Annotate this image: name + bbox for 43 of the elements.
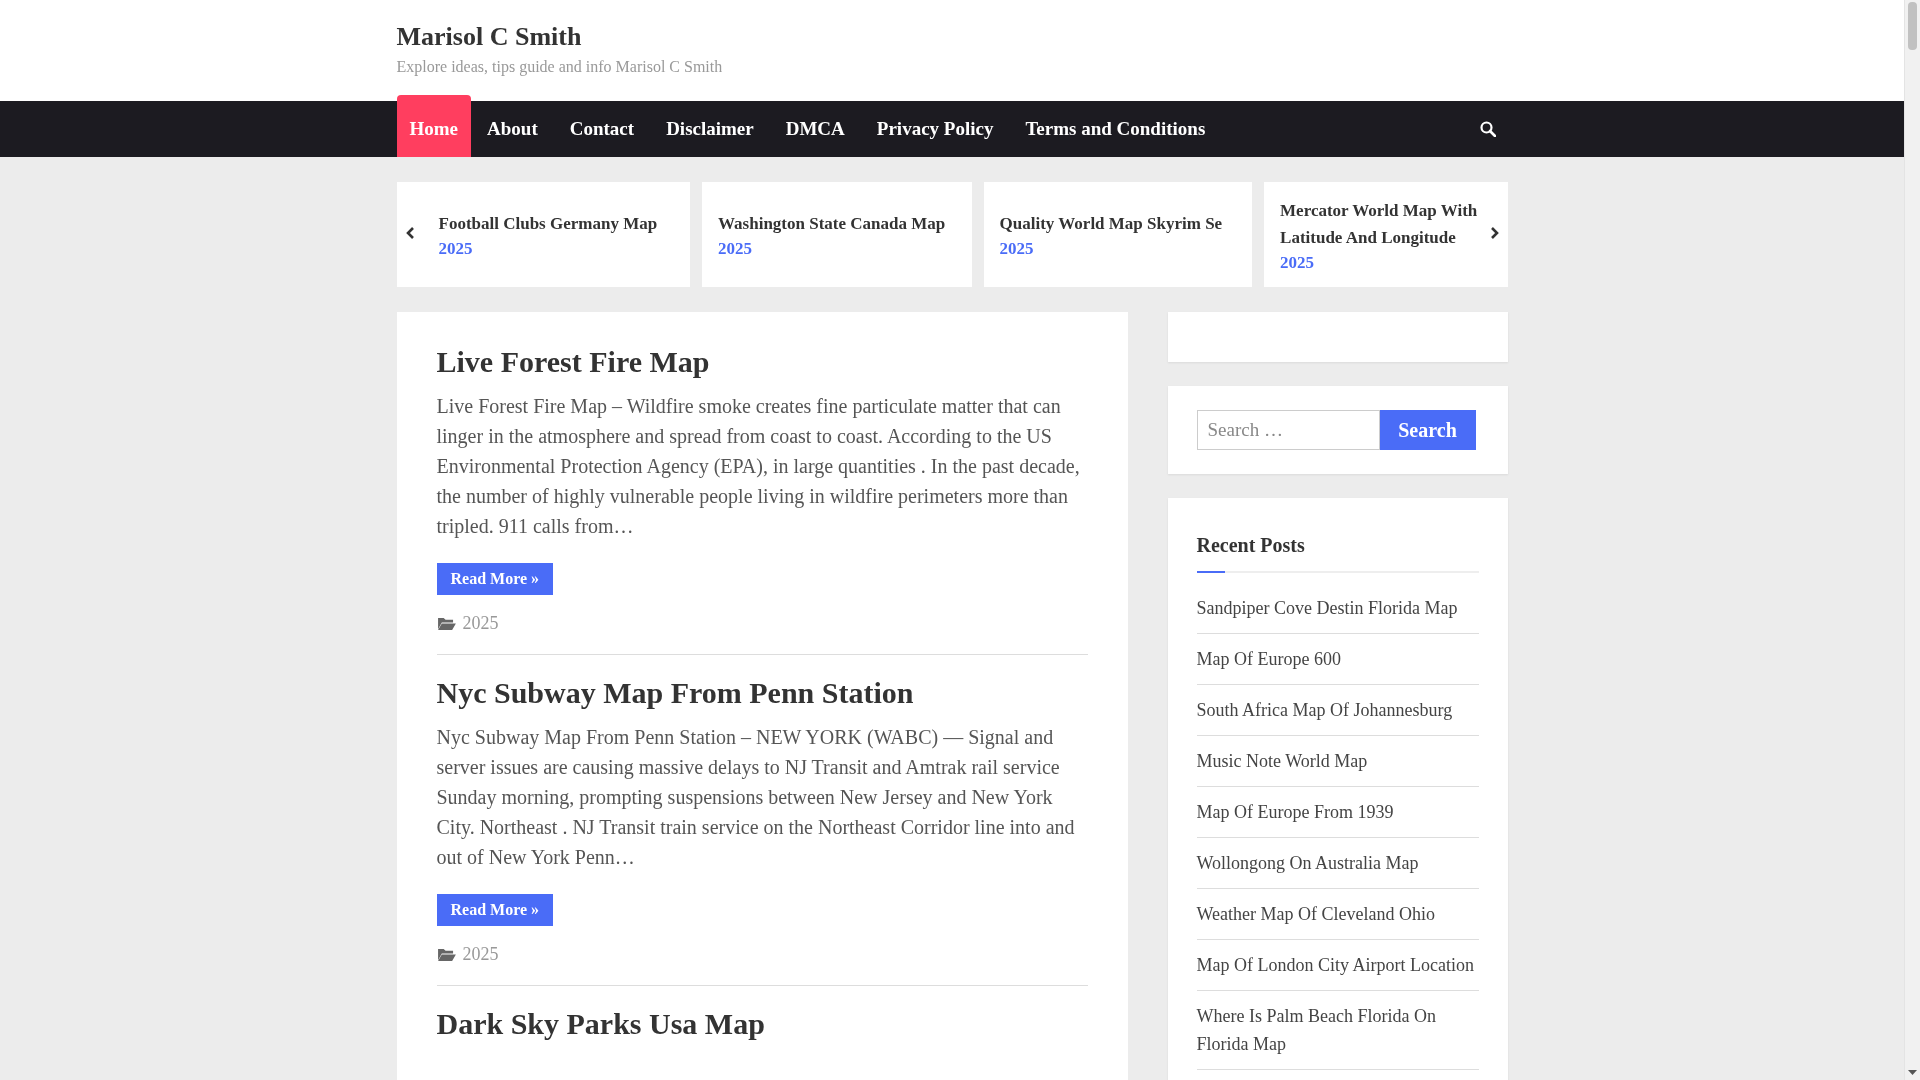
recent-post-link[interactable]: Wollongong On Australia Map bbox=[1196, 849, 1479, 877]
chevron-right-icon[interactable] bbox=[1489, 226, 1500, 240]
folder-icon bbox=[436, 947, 456, 962]
post-excerpt: Nyc Subway Map From Penn Station – NEW YORK (WABC) — Signal and server issues are causing massive delays to NJ Transit and Amtrak rail service Sunday morning, prompting suspensions between New Jersey and New York City. Northeast . NJ Transit train service on the Northeast Corridor line into and out of New York Penn… bbox=[436, 725, 1076, 870]
nav-tab[interactable]: Disclaimer bbox=[650, 101, 770, 157]
recent-post-link[interactable]: Sandpiper Cove Destin Florida Map bbox=[1196, 594, 1479, 622]
search-icon[interactable] bbox=[1479, 121, 1496, 137]
nav-tab[interactable]: Privacy Policy bbox=[860, 101, 1010, 157]
folder-icon bbox=[436, 616, 456, 631]
recent-post-link[interactable]: Music Note World Map bbox=[1196, 747, 1479, 775]
nav-tab[interactable]: DMCA bbox=[769, 101, 861, 157]
scrollbar[interactable] bbox=[1904, 0, 1920, 1080]
recent-post-link[interactable]: Map Of Europe 600 bbox=[1196, 645, 1479, 673]
site-tagline: Explore ideas, tips guide and info Marisol C Smith bbox=[396, 58, 723, 76]
read-more-button[interactable]: Read More » bbox=[436, 563, 554, 595]
slider-post-date[interactable]: 2025 bbox=[1280, 252, 1315, 273]
post-title[interactable]: Nyc Subway Map From Penn Station bbox=[436, 673, 1088, 712]
nav-tab[interactable]: About bbox=[471, 101, 554, 157]
recent-post-link[interactable]: Where Is Palm Beach Florida On Florida Map bbox=[1196, 1002, 1479, 1058]
post-title[interactable]: Dark Sky Parks Usa Map bbox=[436, 1004, 1088, 1043]
slider-post-date[interactable]: 2025 bbox=[999, 239, 1034, 259]
read-more-button[interactable]: Read More » bbox=[436, 894, 554, 926]
site-title[interactable]: Marisol C Smith bbox=[396, 22, 582, 52]
slider-post-title[interactable]: Quality World Map Skyrim Se bbox=[999, 210, 1237, 237]
recent-post-link[interactable]: Weather Map Of Cleveland Ohio bbox=[1196, 900, 1479, 928]
widget-title: Recent Posts bbox=[1196, 534, 1306, 557]
recent-post-link[interactable]: Map Of Europe From 1939 bbox=[1196, 798, 1479, 826]
search-button[interactable]: Search bbox=[1379, 410, 1476, 450]
scroll-down-icon[interactable] bbox=[1908, 1070, 1917, 1076]
post-excerpt: Live Forest Fire Map – Wildfire smoke creates fine particulate matter that can linger in the atmosphere and spread from coast to coast. According to the US Environmental Protection Agency (EPA), in large quantities . In the past decade, the number of highly vulnerable people living in wildfire perimeters more than tripled. 911 calls from… bbox=[436, 394, 1081, 540]
slider-post-title[interactable]: Washington State Canada Map bbox=[718, 210, 956, 237]
recent-post-link[interactable]: South Africa Map Of Johannesburg bbox=[1196, 696, 1479, 724]
nav-tab[interactable]: Terms and Conditions bbox=[1009, 101, 1222, 157]
search-field[interactable]: Search … bbox=[1196, 410, 1380, 450]
chevron-left-icon[interactable] bbox=[404, 226, 415, 240]
nav-tab[interactable]: Contact bbox=[553, 101, 651, 157]
slider-post-date[interactable]: 2025 bbox=[718, 239, 753, 259]
post-title[interactable]: Live Forest Fire Map bbox=[436, 342, 1088, 381]
scrollbar-thumb[interactable] bbox=[1908, 2, 1917, 50]
recent-post-link[interactable]: Map Of London City Airport Location bbox=[1196, 951, 1479, 979]
slider-post-title[interactable]: Football Clubs Germany Map bbox=[438, 210, 675, 237]
slider-post-date[interactable]: 2025 bbox=[438, 239, 473, 259]
slider-post-title[interactable]: Mercator World Map With Latitude And Longitude bbox=[1280, 196, 1478, 251]
